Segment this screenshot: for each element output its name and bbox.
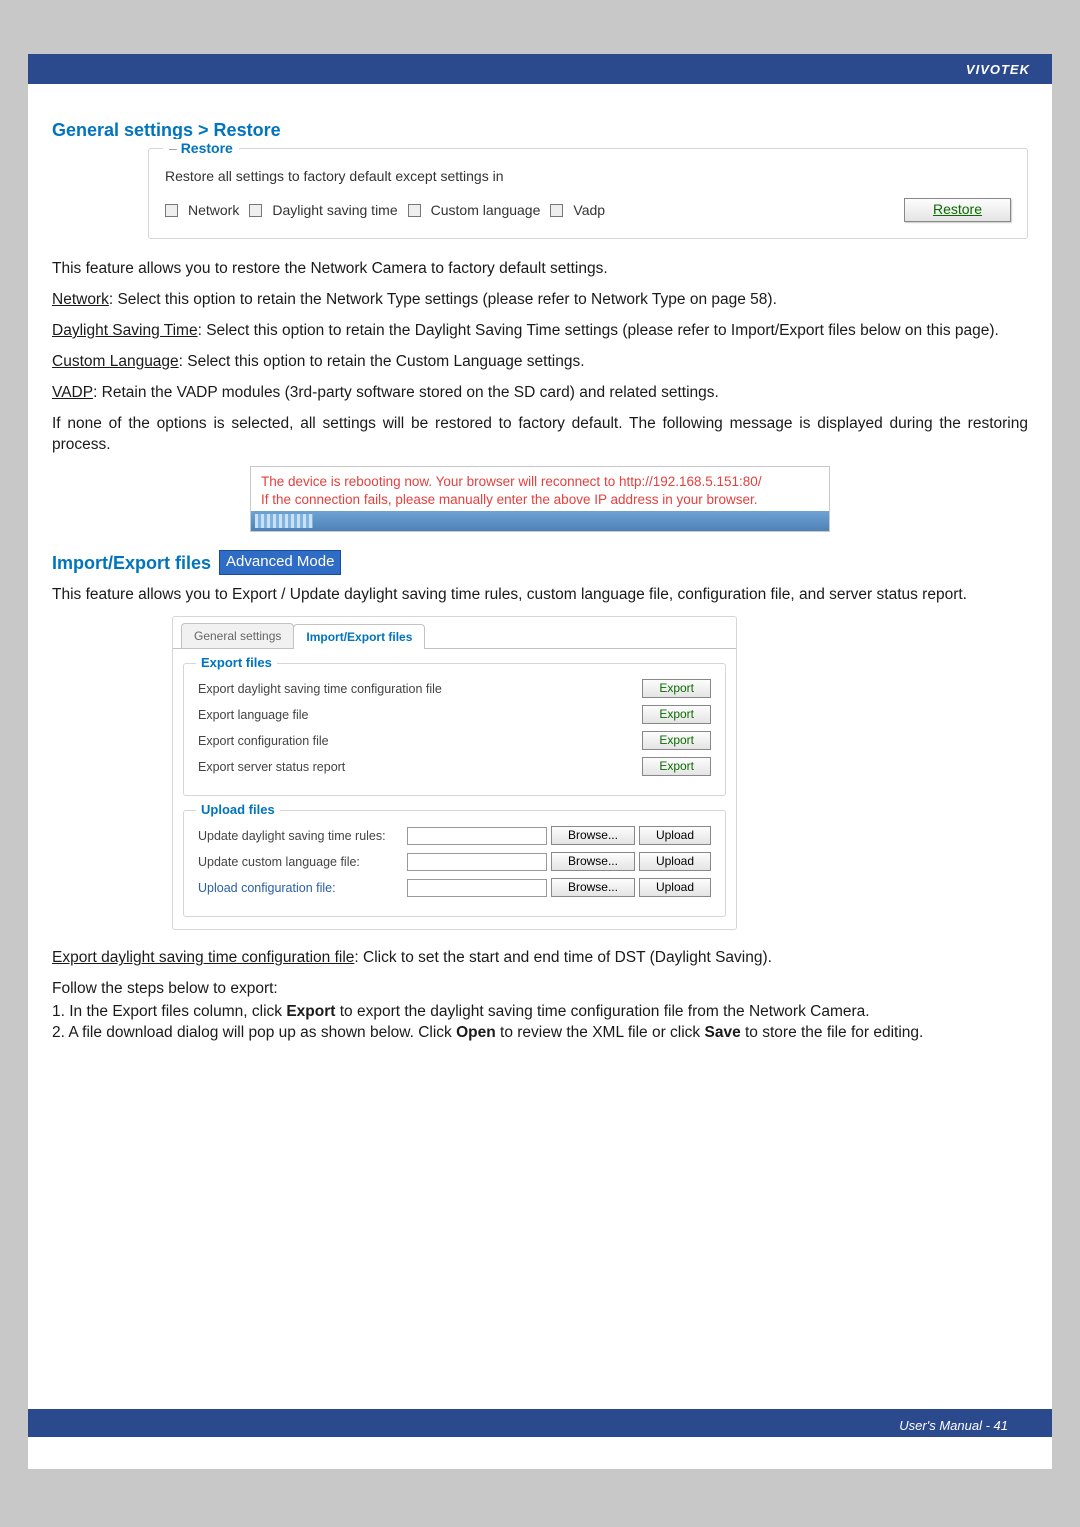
label-vadp: Vadp (573, 201, 605, 220)
export-files-legend: Export files (196, 654, 277, 672)
export-dst-body: : Click to set the start and end time of… (354, 949, 772, 966)
restore-checkboxes: Network Daylight saving time Custom lang… (165, 198, 1011, 222)
import-export-panel: General settings Import/Export files Exp… (172, 616, 737, 930)
advanced-mode-badge: Advanced Mode (219, 550, 341, 575)
export-dst-underline: Export daylight saving time configuratio… (52, 949, 354, 966)
vadp-body: : Retain the VADP modules (3rd-party sof… (93, 384, 719, 401)
label-export-config: Export configuration file (198, 733, 642, 750)
checkbox-custom-language[interactable] (408, 204, 421, 217)
row-export-dst: Export daylight saving time configuratio… (198, 679, 711, 698)
ie-desc-paragraph: This feature allows you to Export / Upda… (52, 585, 1028, 606)
row-upload-dst: Update daylight saving time rules: Brows… (198, 826, 711, 845)
network-underline: Network (52, 291, 109, 308)
label-custom-language: Custom language (431, 201, 541, 220)
dst-paragraph: Daylight Saving Time: Select this option… (52, 321, 1028, 342)
brand-strip: VIVOTEK (28, 54, 1052, 84)
label-upload-config: Upload configuration file: (198, 880, 407, 897)
tab-row: General settings Import/Export files (173, 617, 736, 649)
row-export-config: Export configuration file Export (198, 731, 711, 750)
step-1: 1. In the Export files column, click Exp… (52, 1002, 1028, 1023)
label-dst: Daylight saving time (272, 201, 397, 220)
upload-button-dst[interactable]: Upload (639, 826, 711, 845)
network-paragraph: Network: Select this option to retain th… (52, 290, 1028, 311)
export-files-group: Export files Export daylight saving time… (183, 663, 726, 796)
browse-button-dst[interactable]: Browse... (551, 826, 635, 845)
export-button-lang[interactable]: Export (642, 705, 711, 724)
upload-files-legend: Upload files (196, 801, 280, 819)
input-upload-lang[interactable] (407, 853, 547, 871)
steps-intro: Follow the steps below to export: (52, 979, 1028, 1000)
label-export-dst: Export daylight saving time configuratio… (198, 681, 642, 698)
label-upload-lang: Update custom language file: (198, 854, 407, 871)
restore-panel: Restore Restore all settings to factory … (148, 148, 1028, 239)
dst-body: : Select this option to retain the Dayli… (198, 322, 999, 339)
step1-bold: Export (286, 1003, 335, 1020)
step1-a: 1. In the Export files column, click (52, 1003, 286, 1020)
label-upload-dst: Update daylight saving time rules: (198, 828, 407, 845)
step2-b: to store the file for editing. (741, 1024, 924, 1041)
upload-button-config[interactable]: Upload (639, 878, 711, 897)
step2-a: 2. A file download dialog will pop up as… (52, 1024, 456, 1041)
dst-underline: Daylight Saving Time (52, 322, 198, 339)
row-export-lang: Export language file Export (198, 705, 711, 724)
export-button-status[interactable]: Export (642, 757, 711, 776)
row-upload-config: Upload configuration file: Browse... Upl… (198, 878, 711, 897)
export-button-dst[interactable]: Export (642, 679, 711, 698)
label-export-lang: Export language file (198, 707, 642, 724)
checkbox-dst[interactable] (249, 204, 262, 217)
export-button-config[interactable]: Export (642, 731, 711, 750)
reboot-line2: If the connection fails, please manually… (261, 491, 819, 509)
vadp-underline: VADP (52, 384, 93, 401)
step2-bold2: Save (704, 1024, 740, 1041)
upload-button-lang[interactable]: Upload (639, 852, 711, 871)
tab-general-settings[interactable]: General settings (181, 623, 294, 648)
label-export-status: Export server status report (198, 759, 642, 776)
label-network: Network (188, 201, 239, 220)
step2-bold1: Open (456, 1024, 496, 1041)
checkbox-vadp[interactable] (550, 204, 563, 217)
browse-button-lang[interactable]: Browse... (551, 852, 635, 871)
export-dst-paragraph: Export daylight saving time configuratio… (52, 948, 1028, 969)
upload-files-group: Upload files Update daylight saving time… (183, 810, 726, 917)
none-paragraph: If none of the options is selected, all … (52, 414, 1028, 456)
page-number: User's Manual - 41 (899, 1418, 1008, 1433)
row-export-status: Export server status report Export (198, 757, 711, 776)
step1-b: to export the daylight saving time confi… (335, 1003, 869, 1020)
restore-legend: Restore (163, 139, 239, 158)
progress-bar (251, 511, 829, 531)
reboot-line1: The device is rebooting now. Your browse… (261, 473, 819, 491)
lang-underline: Custom Language (52, 353, 179, 370)
intro-paragraph: This feature allows you to restore the N… (52, 259, 1028, 280)
vadp-paragraph: VADP: Retain the VADP modules (3rd-party… (52, 383, 1028, 404)
import-export-heading: Import/Export files Advanced Mode (52, 550, 1028, 575)
lang-body: : Select this option to retain the Custo… (179, 353, 585, 370)
input-upload-config[interactable] (407, 879, 547, 897)
checkbox-network[interactable] (165, 204, 178, 217)
browse-button-config[interactable]: Browse... (551, 878, 635, 897)
page: VIVOTEK General settings > Restore Resto… (28, 54, 1052, 1469)
lang-paragraph: Custom Language: Select this option to r… (52, 352, 1028, 373)
reboot-message: The device is rebooting now. Your browse… (250, 466, 830, 532)
step2-mid: to review the XML file or click (496, 1024, 705, 1041)
reboot-text: The device is rebooting now. Your browse… (251, 467, 829, 511)
network-body: : Select this option to retain the Netwo… (109, 291, 777, 308)
input-upload-dst[interactable] (407, 827, 547, 845)
restore-button[interactable]: Restore (904, 198, 1011, 222)
tab-import-export[interactable]: Import/Export files (293, 624, 425, 649)
restore-desc: Restore all settings to factory default … (165, 167, 1011, 186)
row-upload-lang: Update custom language file: Browse... U… (198, 852, 711, 871)
content: General settings > Restore Restore Resto… (28, 54, 1052, 1068)
import-export-title: Import/Export files (52, 551, 211, 575)
brand-text: VIVOTEK (966, 62, 1030, 77)
step-2: 2. A file download dialog will pop up as… (52, 1023, 1028, 1044)
